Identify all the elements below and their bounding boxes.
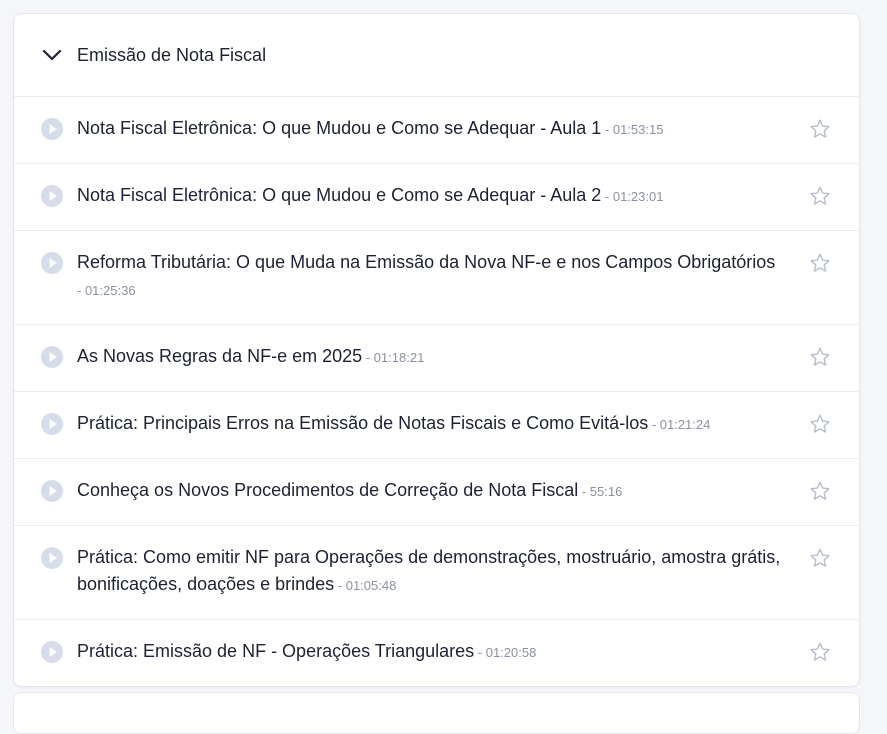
play-circle-icon[interactable] [40, 546, 64, 570]
module-card: Emissão de Nota Fiscal Nota Fiscal Eletr… [13, 13, 860, 687]
lesson-title: Nota Fiscal Eletrônica: O que Mudou e Co… [77, 118, 602, 138]
lesson-duration: - 01:20:58 [474, 645, 537, 660]
star-outline-icon[interactable] [809, 413, 831, 435]
lesson-item[interactable]: Reforma Tributária: O que Muda na Emissã… [14, 231, 859, 325]
lesson-duration: - 01:21:24 [648, 417, 711, 432]
star-outline-icon[interactable] [809, 480, 831, 502]
lesson-text: Prática: Como emitir NF para Operações d… [77, 544, 809, 599]
star-outline-icon[interactable] [809, 252, 831, 274]
star-outline-icon[interactable] [809, 641, 831, 663]
lesson-item[interactable]: Prática: Principais Erros na Emissão de … [14, 392, 859, 459]
play-circle-icon[interactable] [40, 412, 64, 436]
lesson-duration: - 01:18:21 [362, 350, 425, 365]
lesson-item[interactable]: Prática: Como emitir NF para Operações d… [14, 526, 859, 620]
lesson-title: Prática: Como emitir NF para Operações d… [77, 547, 781, 594]
lesson-text: Prática: Principais Erros na Emissão de … [77, 410, 809, 438]
lesson-duration: - 01:23:01 [601, 189, 664, 204]
lesson-duration: - 55:16 [578, 484, 623, 499]
lesson-item[interactable]: Prática: Emissão de NF - Operações Trian… [14, 620, 859, 686]
lesson-duration: - 01:53:15 [601, 122, 664, 137]
star-outline-icon[interactable] [809, 118, 831, 140]
lesson-list: Nota Fiscal Eletrônica: O que Mudou e Co… [14, 97, 859, 686]
module-title: Emissão de Nota Fiscal [77, 44, 267, 65]
play-circle-icon[interactable] [40, 184, 64, 208]
lesson-title: Nota Fiscal Eletrônica: O que Mudou e Co… [77, 185, 602, 205]
play-circle-icon[interactable] [40, 640, 64, 664]
lesson-item[interactable]: Nota Fiscal Eletrônica: O que Mudou e Co… [14, 164, 859, 231]
lesson-title: Conheça os Novos Procedimentos de Correç… [77, 480, 579, 500]
lesson-item[interactable]: Conheça os Novos Procedimentos de Correç… [14, 459, 859, 526]
next-module-card[interactable] [13, 692, 860, 734]
star-outline-icon[interactable] [809, 185, 831, 207]
play-circle-icon[interactable] [40, 479, 64, 503]
lesson-text: Nota Fiscal Eletrônica: O que Mudou e Co… [77, 182, 809, 210]
lesson-duration: - 01:05:48 [334, 578, 397, 593]
star-outline-icon[interactable] [809, 547, 831, 569]
lesson-text: Nota Fiscal Eletrônica: O que Mudou e Co… [77, 115, 809, 143]
lesson-text: Conheça os Novos Procedimentos de Correç… [77, 477, 809, 505]
chevron-down-icon[interactable] [41, 44, 63, 66]
lesson-title: Prática: Emissão de NF - Operações Trian… [77, 641, 475, 661]
play-circle-icon[interactable] [40, 345, 64, 369]
lesson-title: Prática: Principais Erros na Emissão de … [77, 413, 649, 433]
lesson-title: Reforma Tributária: O que Muda na Emissã… [77, 252, 776, 272]
play-circle-icon[interactable] [40, 117, 64, 141]
lesson-item[interactable]: Nota Fiscal Eletrônica: O que Mudou e Co… [14, 97, 859, 164]
play-circle-icon[interactable] [40, 251, 64, 275]
lesson-title: As Novas Regras da NF-e em 2025 [77, 346, 363, 366]
lesson-text: Prática: Emissão de NF - Operações Trian… [77, 638, 809, 666]
lesson-item[interactable]: As Novas Regras da NF-e em 2025 - 01:18:… [14, 325, 859, 392]
module-header[interactable]: Emissão de Nota Fiscal [14, 14, 859, 97]
star-outline-icon[interactable] [809, 346, 831, 368]
lesson-text: Reforma Tributária: O que Muda na Emissã… [77, 249, 809, 304]
lesson-duration: - 01:25:36 [77, 283, 136, 298]
lesson-text: As Novas Regras da NF-e em 2025 - 01:18:… [77, 343, 809, 371]
